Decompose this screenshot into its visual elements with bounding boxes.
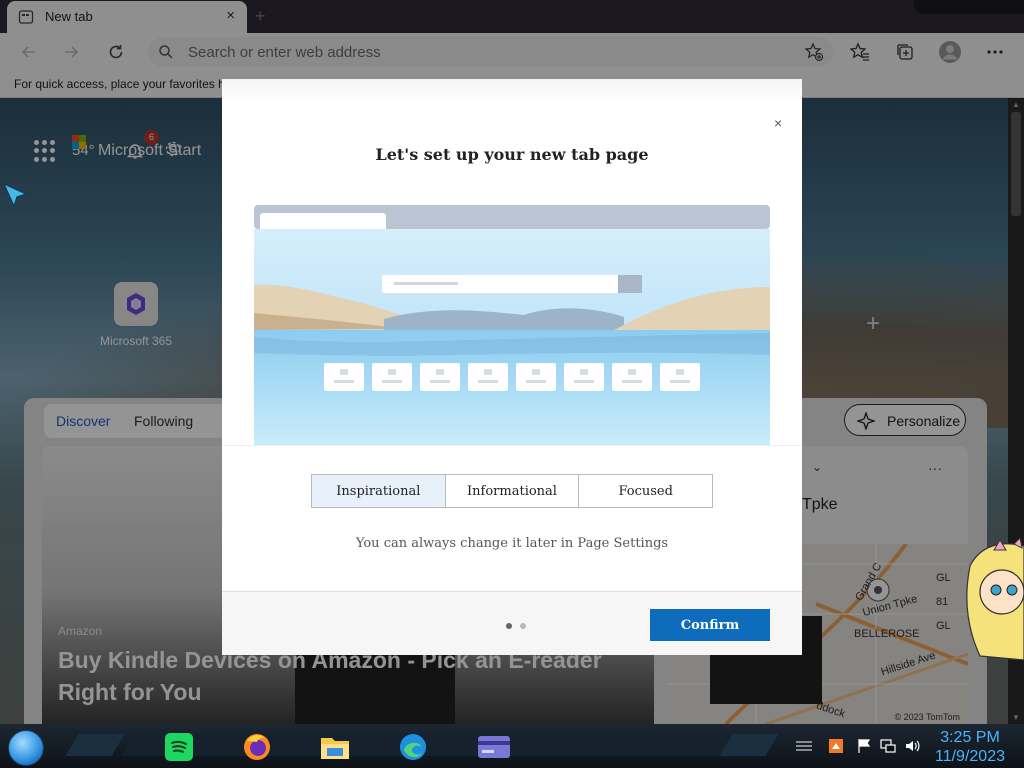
app-tray-icon[interactable]: [828, 738, 844, 754]
option-focused[interactable]: Focused: [579, 475, 712, 507]
step-dot: [520, 623, 526, 629]
card-app-icon[interactable]: [474, 730, 514, 764]
close-icon[interactable]: ×: [774, 115, 782, 131]
new-tab-setup-dialog: × Let's set up your new tab page Inspira…: [222, 79, 802, 655]
confirm-button[interactable]: Confirm: [650, 609, 770, 641]
clock-date: 11/9/2023: [935, 748, 1005, 765]
file-explorer-icon[interactable]: [318, 730, 352, 764]
flag-icon[interactable]: [856, 738, 872, 754]
firefox-icon[interactable]: [240, 730, 274, 764]
network-icon[interactable]: [880, 738, 896, 754]
taskbar-clock[interactable]: 3:25 PM 11/9/2023: [930, 728, 1010, 766]
dialog-footer: Confirm: [222, 591, 802, 655]
windows-taskbar: 3:25 PM 11/9/2023: [0, 724, 1024, 768]
step-dot-active: [506, 623, 512, 629]
settings-hint: You can always change it later in Page S…: [355, 536, 669, 551]
spotify-icon[interactable]: [162, 730, 196, 764]
dialog-title: Let's set up your new tab page: [375, 145, 649, 164]
option-informational[interactable]: Informational: [446, 475, 580, 507]
dialog-top-band: [222, 79, 802, 101]
taskbar-decoration: [65, 734, 125, 756]
layout-preview-illustration: [254, 205, 770, 445]
clock-time: 3:25 PM: [940, 729, 1000, 746]
layout-options-section: Inspirational Informational Focused You …: [222, 445, 802, 591]
task-view-icon[interactable]: [796, 738, 812, 754]
step-indicator: [506, 623, 526, 629]
layout-option-group: Inspirational Informational Focused: [311, 474, 713, 508]
cursor-icon: [2, 182, 30, 215]
option-inspirational[interactable]: Inspirational: [312, 475, 446, 507]
start-button[interactable]: [8, 730, 44, 766]
volume-icon[interactable]: [904, 738, 920, 754]
edge-icon[interactable]: [396, 730, 430, 764]
cartoon-character-sticker: [960, 536, 1024, 661]
